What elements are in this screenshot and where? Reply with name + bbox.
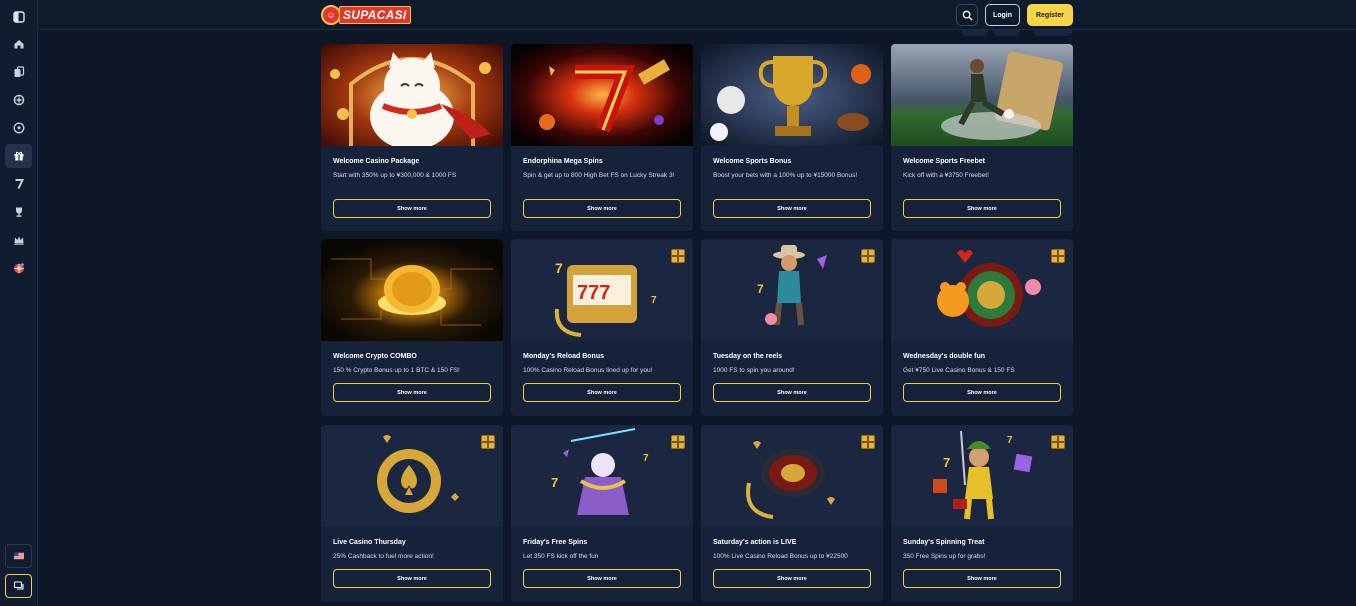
promo-description: Get ¥750 Live Casino Bonus & 150 FS bbox=[903, 367, 1015, 374]
promo-card: 777 7 7 Monday's Reload Bonus 100% Casin… bbox=[511, 239, 693, 416]
show-more-button[interactable]: Show more bbox=[903, 383, 1061, 402]
wheel-icon[interactable] bbox=[5, 256, 32, 280]
promo-description: Spin & get up to 800 High Bet FS on Luck… bbox=[523, 172, 675, 179]
promo-title: Monday's Reload Bonus bbox=[523, 353, 605, 360]
login-button[interactable]: Login bbox=[985, 4, 1020, 26]
promo-description: 100% Casino Reload Bonus lined up for yo… bbox=[523, 367, 653, 374]
seven-icon[interactable] bbox=[5, 172, 32, 196]
promo-card: 7 7 Sunday's Spinning Treat 350 Free Spi… bbox=[891, 425, 1073, 602]
promo-description: 1000 FS to spin you around! bbox=[713, 367, 795, 374]
svg-text:7: 7 bbox=[555, 260, 563, 276]
promo-image-roulette-wheel bbox=[701, 425, 883, 527]
promo-title: Sunday's Spinning Treat bbox=[903, 539, 985, 546]
svg-text:777: 777 bbox=[577, 282, 610, 304]
promo-title: Saturday's action is LIVE bbox=[713, 539, 797, 546]
show-more-button[interactable]: Show more bbox=[523, 569, 681, 588]
show-more-button[interactable]: Show more bbox=[523, 383, 681, 402]
show-more-button[interactable]: Show more bbox=[903, 569, 1061, 588]
promo-title: Welcome Sports Bonus bbox=[713, 158, 792, 165]
show-more-button[interactable]: Show more bbox=[333, 569, 491, 588]
logo[interactable]: ☺ SUPACASI bbox=[321, 4, 411, 25]
promo-card: Live Casino Thursday 25% Cashback to fue… bbox=[321, 425, 503, 602]
svg-text:7: 7 bbox=[1007, 435, 1013, 446]
register-button[interactable]: Register bbox=[1027, 4, 1073, 26]
promo-title: Endorphina Mega Spins bbox=[523, 158, 603, 165]
promo-description: 350 Free Spins up for grabs! bbox=[903, 553, 986, 560]
show-more-button[interactable]: Show more bbox=[333, 199, 491, 218]
chat-icon[interactable] bbox=[5, 574, 32, 598]
trophy-icon[interactable] bbox=[5, 200, 32, 224]
search-icon bbox=[962, 10, 972, 20]
show-more-button[interactable]: Show more bbox=[713, 569, 871, 588]
promo-card: Welcome Sports Freebet Kick off with a ¥… bbox=[891, 44, 1073, 231]
svg-text:7: 7 bbox=[943, 455, 950, 470]
search-button[interactable] bbox=[956, 4, 978, 26]
svg-text:7: 7 bbox=[651, 295, 657, 306]
promo-image-trophy bbox=[701, 44, 883, 146]
promo-image-lucky-cat bbox=[321, 44, 503, 146]
promo-description: 100% Live Casino Reload Bonus up to ¥225… bbox=[713, 553, 848, 560]
promo-image-cowboy: 7 bbox=[701, 239, 883, 341]
soccer-ball-icon[interactable] bbox=[5, 116, 32, 140]
promo-card: Saturday's action is LIVE 100% Live Casi… bbox=[701, 425, 883, 602]
gift-badge-icon bbox=[671, 249, 685, 263]
gift-badge-icon bbox=[481, 435, 495, 449]
show-more-button[interactable]: Show more bbox=[903, 199, 1061, 218]
crown-icon[interactable] bbox=[5, 228, 32, 252]
promo-description: Kick off with a ¥3750 Freebet! bbox=[903, 172, 989, 179]
promo-title: Tuesday on the reels bbox=[713, 353, 783, 360]
promo-image-crypto-coin bbox=[321, 239, 503, 341]
show-more-button[interactable]: Show more bbox=[523, 199, 681, 218]
promo-description: 150 % Crypto Bonus up to 1 BTC & 150 FS! bbox=[333, 367, 460, 374]
promo-title: Wednesday's double fun bbox=[903, 353, 986, 360]
gift-badge-icon bbox=[1051, 435, 1065, 449]
promo-title: Live Casino Thursday bbox=[333, 539, 406, 546]
logo-text: SUPACASI bbox=[339, 5, 411, 24]
svg-text:7: 7 bbox=[551, 475, 558, 490]
promo-image-soccer-player bbox=[891, 44, 1073, 146]
promo-description: Start with 350% up to ¥300,000 & 1000 FS bbox=[333, 172, 457, 179]
gift-badge-icon bbox=[861, 249, 875, 263]
promo-title: Friday's Free Spins bbox=[523, 539, 588, 546]
show-more-button[interactable]: Show more bbox=[713, 383, 871, 402]
svg-text:7: 7 bbox=[757, 282, 764, 296]
show-more-button[interactable]: Show more bbox=[333, 383, 491, 402]
promo-title: Welcome Crypto COMBO bbox=[333, 353, 417, 360]
promo-card: Endorphina Mega Spins Spin & get up to 8… bbox=[511, 44, 693, 231]
roulette-icon[interactable] bbox=[5, 88, 32, 112]
gift-badge-icon bbox=[861, 435, 875, 449]
promo-card: Welcome Casino Package Start with 350% u… bbox=[321, 44, 503, 231]
gift-badge-icon bbox=[671, 435, 685, 449]
panel-toggle-icon[interactable] bbox=[5, 5, 32, 29]
promo-card: 7 7 Friday's Free Spins Let 350 FS kick … bbox=[511, 425, 693, 602]
promo-image-slot-machine: 777 7 7 bbox=[511, 239, 693, 341]
promo-card: Welcome Crypto COMBO 150 % Crypto Bonus … bbox=[321, 239, 503, 416]
promo-image-gnome: 7 7 bbox=[891, 425, 1073, 527]
promo-title: Welcome Casino Package bbox=[333, 158, 420, 165]
top-header: ☺ SUPACASI Login Register bbox=[38, 0, 1356, 30]
promo-image-roulette-bear bbox=[891, 239, 1073, 341]
tab-peek[interactable] bbox=[1034, 30, 1072, 36]
gift-icon[interactable] bbox=[5, 144, 32, 168]
promo-image-poker-chip bbox=[321, 425, 503, 527]
cards-icon[interactable] bbox=[5, 60, 32, 84]
promo-description: Boost your bets with a 100% up to ¥15000… bbox=[713, 172, 858, 179]
gift-badge-icon bbox=[1051, 249, 1065, 263]
promo-title: Welcome Sports Freebet bbox=[903, 158, 985, 165]
promo-card: Welcome Sports Bonus Boost your bets wit… bbox=[701, 44, 883, 231]
tab-peek[interactable] bbox=[994, 30, 1020, 36]
tab-peek[interactable] bbox=[962, 30, 988, 36]
show-more-button[interactable]: Show more bbox=[713, 199, 871, 218]
us-flag-icon[interactable] bbox=[5, 544, 32, 568]
logo-mascot-icon: ☺ bbox=[321, 4, 341, 25]
promo-description: 25% Cashback to fuel more action! bbox=[333, 553, 434, 560]
promo-description: Let 350 FS kick off the fun bbox=[523, 553, 599, 560]
promo-image-mega-spins bbox=[511, 44, 693, 146]
promo-image-zeus: 7 7 bbox=[511, 425, 693, 527]
promo-card: Wednesday's double fun Get ¥750 Live Cas… bbox=[891, 239, 1073, 416]
sidebar bbox=[0, 0, 38, 606]
promo-card: 7 Tuesday on the reels 1000 FS to spin y… bbox=[701, 239, 883, 416]
svg-text:7: 7 bbox=[643, 453, 649, 464]
home-icon[interactable] bbox=[5, 32, 32, 56]
